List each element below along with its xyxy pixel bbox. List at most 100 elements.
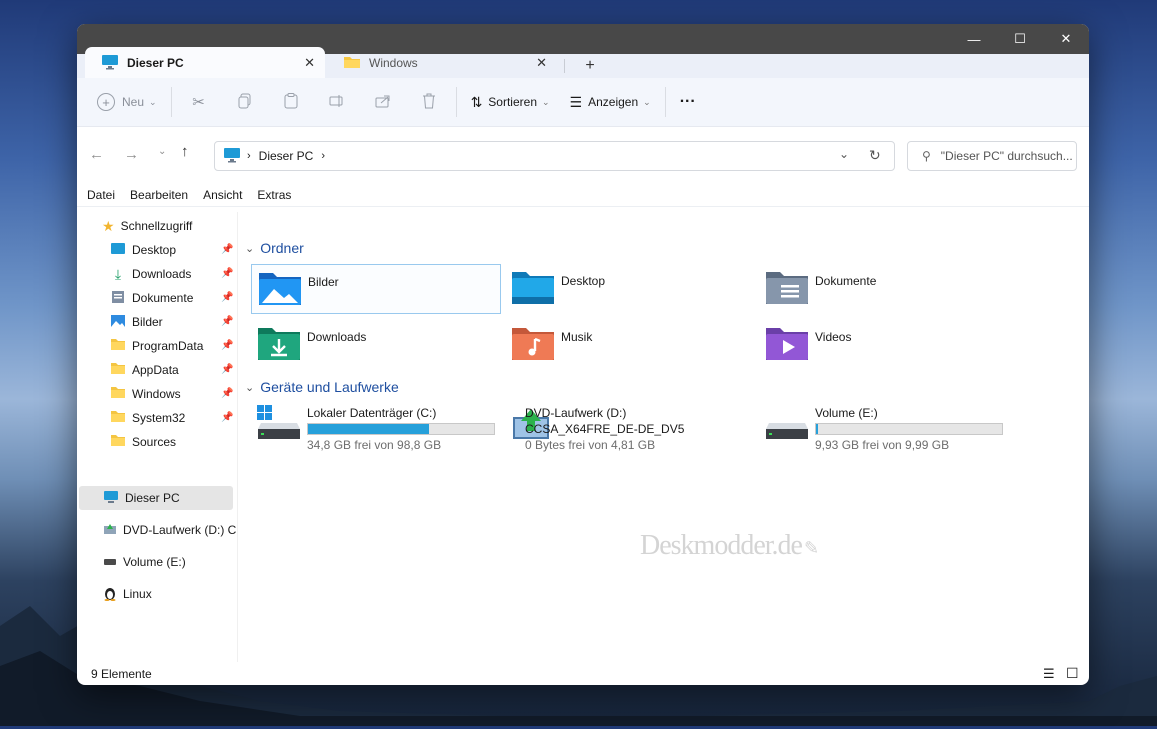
- up-arrow-icon[interactable]: ↑: [181, 143, 189, 160]
- clipboard-icon: [284, 92, 298, 112]
- drive-sublabel: CCSA_X64FRE_DE-DE_DV5: [525, 422, 685, 436]
- menu-bearbeiten[interactable]: Bearbeiten: [130, 188, 188, 202]
- folder-label: Videos: [815, 330, 852, 344]
- folder-dokumente[interactable]: Dokumente: [759, 264, 1009, 314]
- folder-icon: [343, 55, 361, 72]
- close-button[interactable]: ✕: [1043, 24, 1089, 54]
- section-ordner[interactable]: ⌄ Ordner: [245, 240, 304, 256]
- sidebar-item-windows[interactable]: Windows 📌: [110, 382, 237, 406]
- search-input[interactable]: ⚲ "Dieser PC" durchsuch...: [907, 141, 1077, 171]
- videos-folder-icon: [765, 325, 809, 364]
- tab-dieser-pc[interactable]: Dieser PC ✕: [85, 47, 325, 79]
- minimize-button[interactable]: —: [951, 24, 997, 54]
- pin-icon: 📌: [221, 340, 234, 351]
- music-folder-icon: [511, 325, 555, 364]
- folder-label: Desktop: [561, 274, 606, 288]
- sidebar-item-sources[interactable]: Sources: [110, 430, 237, 454]
- folder-label: Dokumente: [815, 274, 877, 288]
- copy-button[interactable]: [222, 84, 268, 120]
- pin-icon: 📌: [221, 292, 234, 303]
- sidebar-quick-access[interactable]: ★ Schnellzugriff: [102, 214, 192, 238]
- menu-extras[interactable]: Extras: [257, 188, 291, 202]
- breadcrumb-dieser-pc[interactable]: Dieser PC: [259, 149, 314, 163]
- linux-penguin-icon: [103, 585, 117, 604]
- forward-arrow-icon[interactable]: →: [124, 146, 139, 163]
- watermark-deskmodder: Deskmodder.de ✎: [640, 530, 819, 561]
- scissors-icon: ✂: [192, 94, 205, 111]
- drive-c[interactable]: Lokaler Datenträger (C:) 34,8 GB frei vo…: [251, 405, 501, 455]
- sidebar-item-label: DVD-Laufwerk (D:) C: [123, 523, 237, 537]
- sidebar-item-label: Dieser PC: [125, 491, 180, 505]
- sidebar-item-label: Volume (E:): [123, 555, 186, 569]
- tab-windows[interactable]: Windows ✕: [327, 47, 557, 79]
- tab-label: Dieser PC: [127, 56, 184, 70]
- sidebar-item-appdata[interactable]: AppData 📌: [110, 358, 237, 382]
- recent-chevron-icon[interactable]: ⌄: [158, 146, 166, 157]
- usage-fill: [308, 424, 429, 434]
- sidebar-item-bilder[interactable]: Bilder 📌: [110, 310, 237, 334]
- new-tab-button[interactable]: +: [580, 54, 600, 78]
- address-bar[interactable]: › Dieser PC › ⌄ ↻: [214, 141, 895, 171]
- pin-icon: 📌: [221, 244, 234, 255]
- chevron-down-icon: ⌄: [542, 96, 550, 107]
- desktop-icon: [110, 242, 126, 259]
- sidebar-item-system32[interactable]: System32 📌: [110, 406, 237, 430]
- view-button[interactable]: ☰ Anzeigen ⌄: [560, 84, 661, 120]
- monitor-icon: [101, 54, 119, 73]
- navigation-pane: ★ Schnellzugriff Desktop 📌 ⤓ Downloads 📌…: [77, 212, 238, 662]
- view-list-icon: ☰: [569, 93, 583, 110]
- cut-button[interactable]: ✂: [176, 84, 222, 120]
- delete-button[interactable]: [406, 84, 452, 120]
- sidebar-item-dokumente[interactable]: Dokumente 📌: [110, 286, 237, 310]
- paste-button[interactable]: [268, 84, 314, 120]
- sort-button[interactable]: ⇅ Sortieren ⌄: [461, 84, 560, 120]
- sidebar-item-dieser-pc[interactable]: Dieser PC: [79, 486, 233, 510]
- drive-e[interactable]: Volume (E:) 9,93 GB frei von 9,99 GB: [759, 405, 1009, 455]
- maximize-button[interactable]: ☐: [997, 24, 1043, 54]
- folder-musik[interactable]: Musik: [505, 320, 755, 370]
- documents-folder-icon: [765, 269, 809, 308]
- document-icon: [110, 290, 126, 307]
- sidebar-item-programdata[interactable]: ProgramData 📌: [110, 334, 237, 358]
- sidebar-item-dvd-drive[interactable]: DVD-Laufwerk (D:) C: [103, 518, 237, 542]
- sidebar-item-volume-e[interactable]: Volume (E:): [103, 550, 186, 574]
- drive-label: Lokaler Datenträger (C:): [307, 406, 437, 420]
- navigation-row: ← → ⌄ ↑ › Dieser PC › ⌄ ↻ ⚲ "Dieser PC" …: [77, 136, 1089, 176]
- sidebar-item-label: Downloads: [132, 267, 192, 281]
- folder-downloads[interactable]: Downloads: [251, 320, 501, 370]
- section-geraete-und-laufwerke[interactable]: ⌄ Geräte und Laufwerke: [245, 379, 399, 395]
- pin-icon: 📌: [221, 388, 234, 399]
- share-button[interactable]: [360, 84, 406, 120]
- folder-icon: [110, 338, 126, 354]
- toolbar-separator: [170, 87, 172, 117]
- menu-ansicht[interactable]: Ansicht: [203, 188, 242, 202]
- address-dropdown-icon[interactable]: ⌄: [839, 147, 849, 161]
- folder-icon: [110, 434, 126, 450]
- more-options-button[interactable]: ···: [670, 84, 706, 120]
- drive-d[interactable]: DVD-Laufwerk (D:) CCSA_X64FRE_DE-DE_DV5 …: [511, 405, 761, 455]
- sidebar-item-downloads[interactable]: ⤓ Downloads 📌: [110, 262, 237, 286]
- new-button[interactable]: + Neu ⌄: [87, 84, 167, 120]
- pin-icon: 📌: [221, 316, 234, 327]
- tab-close-icon[interactable]: ✕: [304, 55, 315, 71]
- file-explorer-window: — ☐ ✕ + Dieser PC ✕ Windows ✕ + Neu ⌄ ✂ …: [77, 24, 1089, 685]
- sidebar-item-linux[interactable]: Linux: [103, 582, 152, 606]
- sidebar-item-label: Sources: [132, 435, 177, 449]
- folder-desktop[interactable]: Desktop: [505, 264, 755, 314]
- pin-icon: 📌: [221, 268, 234, 279]
- chevron-down-icon: ⌄: [643, 96, 651, 107]
- desktop-folder-icon: [511, 269, 555, 308]
- sidebar-item-label: Dokumente: [132, 291, 194, 305]
- menu-datei[interactable]: Datei: [87, 188, 115, 202]
- back-arrow-icon[interactable]: ←: [89, 146, 104, 163]
- folder-bilder[interactable]: Bilder: [251, 264, 501, 314]
- tab-close-icon[interactable]: ✕: [536, 55, 547, 71]
- folder-videos[interactable]: Videos: [759, 320, 1009, 370]
- sidebar-item-desktop[interactable]: Desktop 📌: [110, 238, 237, 262]
- tab-divider: [564, 59, 565, 73]
- tiles-view-icon[interactable]: ☐: [1066, 665, 1079, 682]
- refresh-icon[interactable]: ↻: [869, 147, 881, 164]
- drive-free-space: 34,8 GB frei von 98,8 GB: [307, 438, 442, 452]
- details-view-icon[interactable]: ☰: [1043, 666, 1055, 682]
- rename-button[interactable]: [314, 84, 360, 120]
